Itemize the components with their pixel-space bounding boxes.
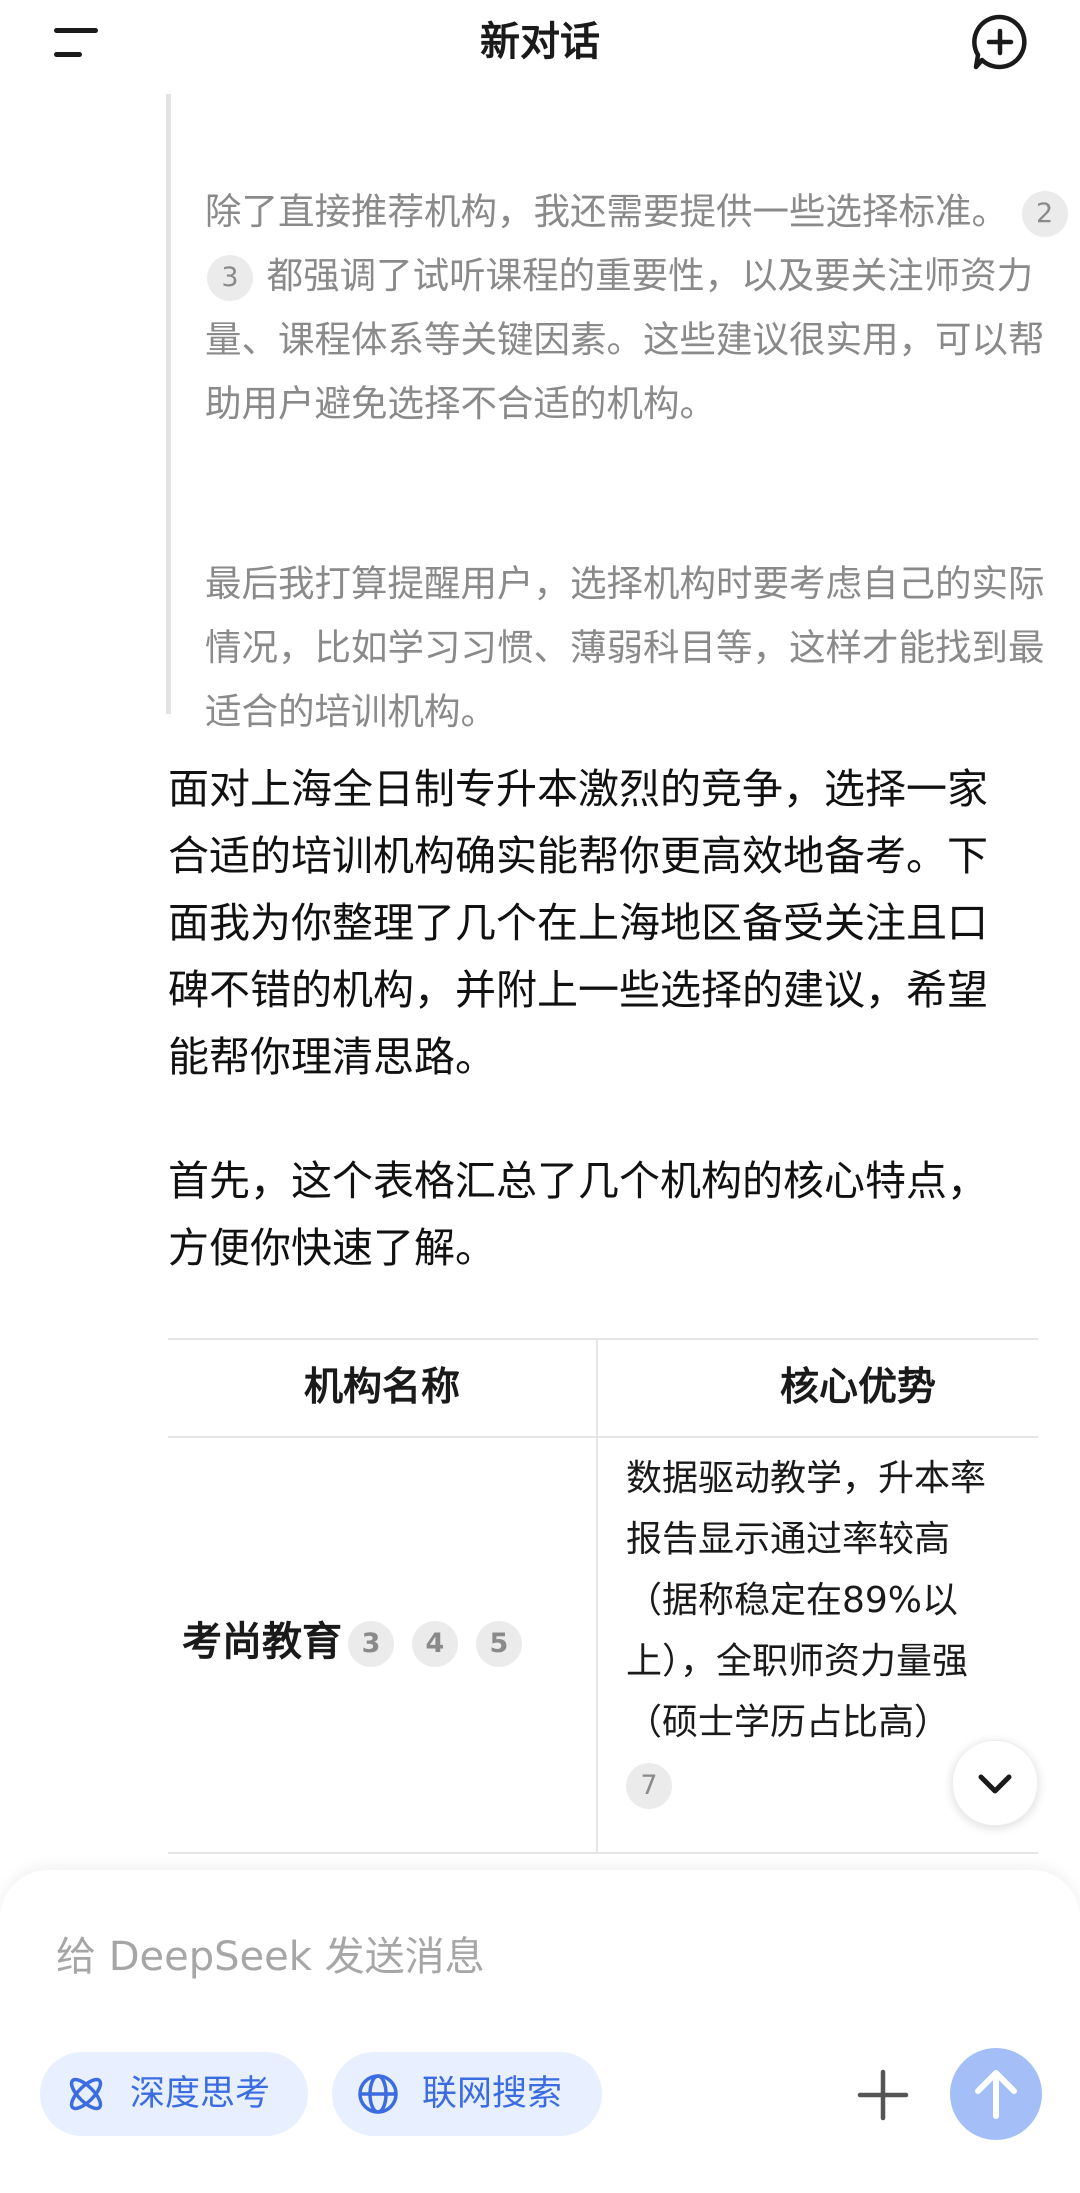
advantage-line: （据称稳定在89%以 [626, 1580, 959, 1621]
institution-name-text: 考尚教育 [182, 1619, 342, 1665]
scroll-to-bottom-button[interactable] [952, 1740, 1038, 1826]
deep-think-label: 深度思考 [130, 2074, 271, 2114]
plus-circle-icon [972, 14, 1027, 70]
thinking-text: 都强调了试听课程的重要性，以及要关注师资力量、课程体系等关键因素。这些建议很实用… [205, 254, 1045, 425]
message-composer: 给 DeepSeek 发送消息 深度思考 联网搜索 [0, 1870, 1080, 2193]
table-cell-name: 考尚教育 3 4 5 [168, 1438, 596, 1852]
globe-icon [358, 2074, 398, 2114]
arrow-up-icon [975, 2070, 1017, 2119]
answer-paragraph: 面对上海全日制专升本激烈的竞争，选择一家合适的培训机构确实能帮你更高效地备考。下… [168, 765, 988, 1081]
page-title: 新对话 [480, 19, 600, 65]
send-button[interactable] [950, 2048, 1042, 2140]
table-row-divider [168, 1852, 1038, 1854]
advantage-line: 数据驱动教学，升本率 [626, 1458, 987, 1499]
deep-think-toggle[interactable]: 深度思考 [40, 2052, 308, 2136]
thinking-block: 力。 除了直接推荐机构，我还需要提供一些选择标准。 23 都强调了试听课程的重要… [166, 40, 1080, 733]
thinking-paragraph: 除了直接推荐机构，我还需要提供一些选择标准。 2 3 都强调了试听课程的重要性，以… [205, 180, 1075, 436]
institution-table: 机构名称 核心优势 考尚教育 3 4 5 数据驱动教学，升本率 报告显示通过率较高… [168, 1338, 1038, 1856]
attach-button[interactable] [856, 2068, 910, 2122]
advantage-line: 报告显示通过率较高 [626, 1519, 951, 1560]
message-input[interactable]: 给 DeepSeek 发送消息 [56, 1924, 485, 1982]
web-search-toggle[interactable]: 联网搜索 [332, 2052, 602, 2136]
top-bar: 新对话 [0, 0, 1080, 84]
atom-icon [69, 2077, 103, 2111]
new-chat-button[interactable] [970, 12, 1030, 72]
citation-badge[interactable]: 7 [626, 1763, 672, 1809]
citation-badge[interactable]: 3 [207, 254, 253, 301]
chevron-down-icon [978, 1774, 1012, 1794]
citation-badge[interactable]: 2 [1021, 190, 1068, 237]
citation-badge[interactable]: 4 [411, 1621, 458, 1667]
plus-icon [857, 2069, 909, 2121]
web-search-label: 联网搜索 [422, 2074, 563, 2114]
institution-name: 考尚教育 3 4 5 [182, 1610, 524, 1674]
answer-paragraph: 首先，这个表格汇总了几个机构的核心特点，方便你快速了解。 [168, 1157, 988, 1272]
advantage-line: 上），全职师资力量强 [626, 1641, 969, 1682]
thinking-text: 除了直接推荐机构，我还需要提供一些选择标准。 [205, 190, 1008, 233]
citation-badge[interactable]: 5 [475, 1621, 522, 1667]
table-header-name: 机构名称 [168, 1340, 596, 1438]
thinking-paragraph: 最后我打算提醒用户，选择机构时要考虑自己的实际情况，比如学习习惯、薄弱科目等，这… [205, 562, 1045, 733]
table-header-advantage: 核心优势 [596, 1340, 1038, 1438]
citation-badge[interactable]: 3 [348, 1621, 394, 1667]
